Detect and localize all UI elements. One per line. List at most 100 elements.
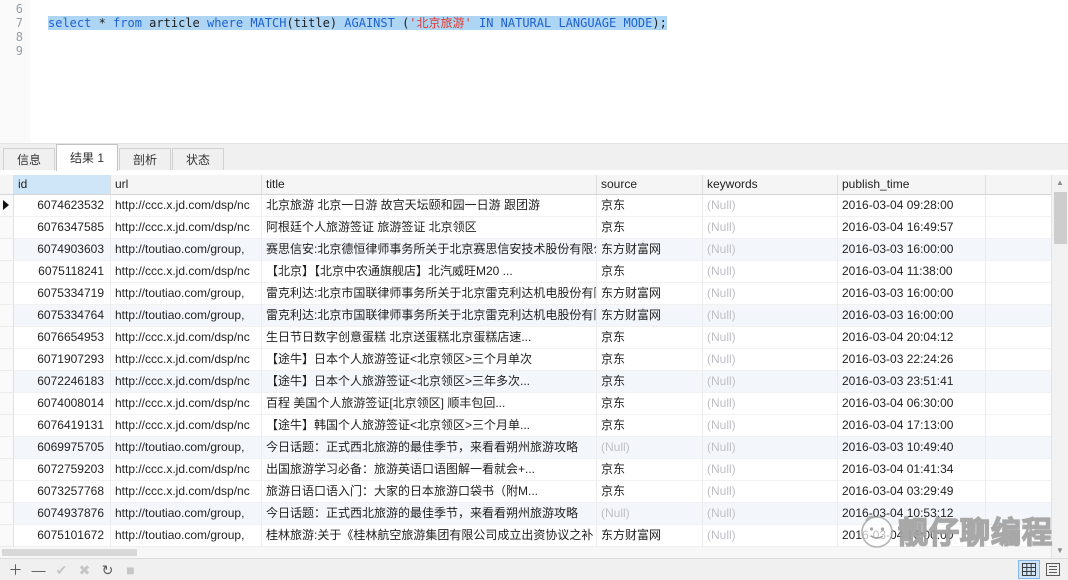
cell-id[interactable]: 6074903603 xyxy=(14,239,111,261)
table-row[interactable]: 6073257768http://ccc.x.jd.com/dsp/nc旅游日语… xyxy=(0,481,1051,503)
table-row[interactable]: 6075334764http://toutiao.com/group,雷克利达:… xyxy=(0,305,1051,327)
tab-状态[interactable]: 状态 xyxy=(172,148,224,171)
cell-keywords[interactable]: (Null) xyxy=(703,195,838,217)
cell-url[interactable]: http://ccc.x.jd.com/dsp/nc xyxy=(111,195,262,217)
cell-id[interactable]: 6069975705 xyxy=(14,437,111,459)
cell-publish_time[interactable]: 2016-03-04 11:38:00 xyxy=(838,261,986,283)
row-gutter-cell[interactable] xyxy=(0,393,14,415)
cell-title[interactable]: 今日话题：正式西北旅游的最佳季节，来看看朔州旅游攻略 xyxy=(262,503,597,525)
cell-publish_time[interactable]: 2016-03-04 03:29:49 xyxy=(838,481,986,503)
row-gutter-cell[interactable] xyxy=(0,437,14,459)
cell-keywords[interactable]: (Null) xyxy=(703,459,838,481)
code-line[interactable]: select * from article where MATCH(title)… xyxy=(48,16,1068,30)
cell-keywords[interactable]: (Null) xyxy=(703,261,838,283)
cell-title[interactable]: 桂林旅游:关于《桂林航空旅游集团有限公司成立出资协议之补 xyxy=(262,525,597,547)
cell-url[interactable]: http://ccc.x.jd.com/dsp/nc xyxy=(111,261,262,283)
row-gutter-cell[interactable] xyxy=(0,415,14,437)
cell-publish_time[interactable]: 2016-03-04 17:13:00 xyxy=(838,415,986,437)
cell-source[interactable]: 京东 xyxy=(597,415,703,437)
sql-code-area[interactable]: select * from article where MATCH(title)… xyxy=(30,0,1068,143)
cell-url[interactable]: http://ccc.x.jd.com/dsp/nc xyxy=(111,459,262,481)
cell-publish_time[interactable]: 2016-03-04 16:49:57 xyxy=(838,217,986,239)
cell-url[interactable]: http://ccc.x.jd.com/dsp/nc xyxy=(111,349,262,371)
cell-source[interactable]: (Null) xyxy=(597,503,703,525)
cell-keywords[interactable]: (Null) xyxy=(703,217,838,239)
row-gutter-cell[interactable] xyxy=(0,239,14,261)
cell-title[interactable]: 【北京】【北京中农通旗舰店】北汽威旺M20 ... xyxy=(262,261,597,283)
cell-title[interactable]: 出国旅游学习必备：旅游英语口语图解一看就会+... xyxy=(262,459,597,481)
cell-source[interactable]: 京东 xyxy=(597,349,703,371)
sql-editor[interactable]: 6789 select * from article where MATCH(t… xyxy=(0,0,1068,143)
cell-title[interactable]: 北京旅游 北京一日游 故宫天坛颐和园一日游 跟团游 xyxy=(262,195,597,217)
cell-keywords[interactable]: (Null) xyxy=(703,393,838,415)
cell-keywords[interactable]: (Null) xyxy=(703,371,838,393)
cell-id[interactable]: 6075334719 xyxy=(14,283,111,305)
cell-url[interactable]: http://toutiao.com/group, xyxy=(111,305,262,327)
cell-id[interactable]: 6075101672 xyxy=(14,525,111,547)
table-row[interactable]: 6075334719http://toutiao.com/group,雷克利达:… xyxy=(0,283,1051,305)
cell-id[interactable]: 6076347585 xyxy=(14,217,111,239)
cell-title[interactable]: 阿根廷个人旅游签证 旅游签证 北京领区 xyxy=(262,217,597,239)
cell-id[interactable]: 6076419131 xyxy=(14,415,111,437)
table-row[interactable]: 6069975705http://toutiao.com/group,今日话题：… xyxy=(0,437,1051,459)
row-gutter-cell[interactable] xyxy=(0,195,14,217)
row-gutter-cell[interactable] xyxy=(0,217,14,239)
horizontal-scrollbar[interactable] xyxy=(0,547,1051,558)
cell-id[interactable]: 6072246183 xyxy=(14,371,111,393)
cell-id[interactable]: 6074008014 xyxy=(14,393,111,415)
cell-source[interactable]: 京东 xyxy=(597,481,703,503)
horizontal-scrollbar-thumb[interactable] xyxy=(2,549,137,556)
code-line[interactable] xyxy=(48,2,1068,16)
cell-id[interactable]: 6072759203 xyxy=(14,459,111,481)
cell-source[interactable]: (Null) xyxy=(597,437,703,459)
cell-source[interactable]: 东方财富网 xyxy=(597,283,703,305)
cell-id[interactable]: 6076654953 xyxy=(14,327,111,349)
cell-url[interactable]: http://ccc.x.jd.com/dsp/nc xyxy=(111,371,262,393)
column-header-source[interactable]: source xyxy=(597,175,703,194)
cell-source[interactable]: 京东 xyxy=(597,327,703,349)
cell-title[interactable]: 百程 美国个人旅游签证[北京领区] 顺丰包回... xyxy=(262,393,597,415)
column-header-keywords[interactable]: keywords xyxy=(703,175,838,194)
cell-id[interactable]: 6075334764 xyxy=(14,305,111,327)
cell-id[interactable]: 6074937876 xyxy=(14,503,111,525)
grid-view-toggle[interactable] xyxy=(1018,560,1040,579)
row-gutter-cell[interactable] xyxy=(0,305,14,327)
table-row[interactable]: 6074623532http://ccc.x.jd.com/dsp/nc北京旅游… xyxy=(0,195,1051,217)
cell-keywords[interactable]: (Null) xyxy=(703,327,838,349)
cell-keywords[interactable]: (Null) xyxy=(703,283,838,305)
row-gutter-cell[interactable] xyxy=(0,525,14,547)
table-row[interactable]: 6074008014http://ccc.x.jd.com/dsp/nc百程 美… xyxy=(0,393,1051,415)
column-header-url[interactable]: url xyxy=(111,175,262,194)
cell-publish_time[interactable]: 2016-03-03 16:00:00 xyxy=(838,283,986,305)
table-row[interactable]: 6075118241http://ccc.x.jd.com/dsp/nc【北京】… xyxy=(0,261,1051,283)
cell-url[interactable]: http://toutiao.com/group, xyxy=(111,239,262,261)
table-row[interactable]: 6076347585http://ccc.x.jd.com/dsp/nc阿根廷个… xyxy=(0,217,1051,239)
scroll-down-icon[interactable]: ▼ xyxy=(1052,543,1068,558)
cell-publish_time[interactable]: 2016-03-04 10:53:12 xyxy=(838,503,986,525)
cell-publish_time[interactable]: 2016-03-04 16:00:00 xyxy=(838,525,986,547)
cell-url[interactable]: http://toutiao.com/group, xyxy=(111,283,262,305)
scroll-up-icon[interactable]: ▲ xyxy=(1052,175,1068,190)
code-line[interactable] xyxy=(48,44,1068,58)
header-gutter-cell[interactable] xyxy=(0,175,14,194)
cell-publish_time[interactable]: 2016-03-03 16:00:00 xyxy=(838,239,986,261)
cell-title[interactable]: 雷克利达:北京市国联律师事务所关于北京雷克利达机电股份有限 xyxy=(262,305,597,327)
vertical-scrollbar-thumb[interactable] xyxy=(1054,192,1067,244)
refresh-button[interactable]: ↻ xyxy=(96,560,119,580)
cell-publish_time[interactable]: 2016-03-04 20:04:12 xyxy=(838,327,986,349)
row-gutter-cell[interactable] xyxy=(0,481,14,503)
cell-url[interactable]: http://toutiao.com/group, xyxy=(111,503,262,525)
cell-publish_time[interactable]: 2016-03-03 16:00:00 xyxy=(838,305,986,327)
cell-id[interactable]: 6071907293 xyxy=(14,349,111,371)
delete-record-button[interactable]: — xyxy=(27,560,50,580)
cell-keywords[interactable]: (Null) xyxy=(703,503,838,525)
cell-publish_time[interactable]: 2016-03-03 23:51:41 xyxy=(838,371,986,393)
cell-keywords[interactable]: (Null) xyxy=(703,305,838,327)
cell-url[interactable]: http://ccc.x.jd.com/dsp/nc xyxy=(111,393,262,415)
table-row[interactable]: 6075101672http://toutiao.com/group,桂林旅游:… xyxy=(0,525,1051,547)
row-gutter-cell[interactable] xyxy=(0,261,14,283)
cell-url[interactable]: http://ccc.x.jd.com/dsp/nc xyxy=(111,217,262,239)
column-header-title[interactable]: title xyxy=(262,175,597,194)
code-line[interactable] xyxy=(48,30,1068,44)
column-header-publish_time[interactable]: publish_time xyxy=(838,175,986,194)
